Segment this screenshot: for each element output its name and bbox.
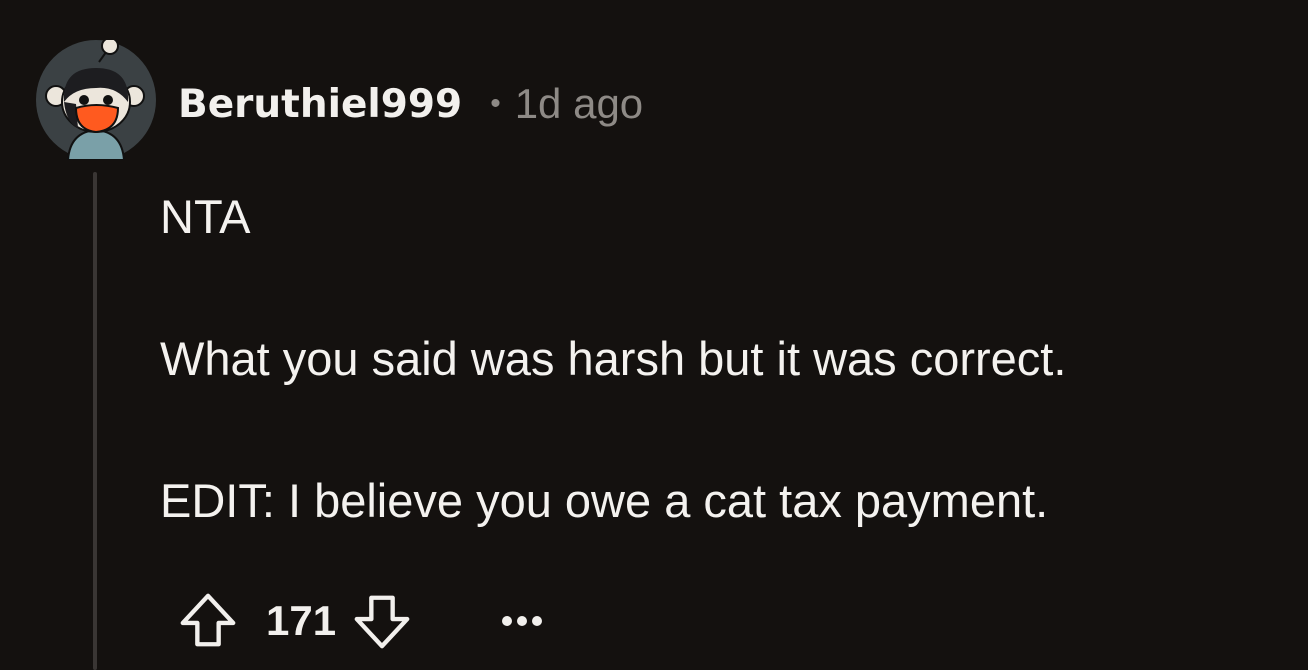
avatar[interactable]: [36, 40, 156, 160]
arrow-down-icon: [354, 595, 410, 649]
comment-paragraph: EDIT: I believe you owe a cat tax paymen…: [160, 474, 1049, 527]
more-options-button[interactable]: [492, 591, 552, 651]
thread-line[interactable]: [93, 172, 97, 670]
separator-dot: •: [490, 87, 501, 120]
comment-paragraph: NTA: [160, 190, 251, 243]
comment: Beruthiel999 • 1d ago NTA What you said …: [0, 0, 1308, 670]
avatar-image: [36, 40, 156, 160]
downvote-button[interactable]: [350, 589, 414, 653]
vote-score: 171: [266, 597, 337, 644]
username[interactable]: Beruthiel999: [178, 82, 462, 127]
ellipsis-icon: [502, 616, 543, 626]
comment-header: Beruthiel999 • 1d ago: [178, 78, 643, 130]
timestamp[interactable]: 1d ago: [515, 80, 643, 128]
upvote-button[interactable]: [176, 589, 240, 653]
comment-actions: 171: [176, 586, 552, 656]
comment-body: NTA What you said was harsh but it was c…: [160, 188, 1300, 530]
arrow-up-icon: [180, 593, 236, 647]
comment-paragraph: What you said was harsh but it was corre…: [160, 332, 1067, 385]
